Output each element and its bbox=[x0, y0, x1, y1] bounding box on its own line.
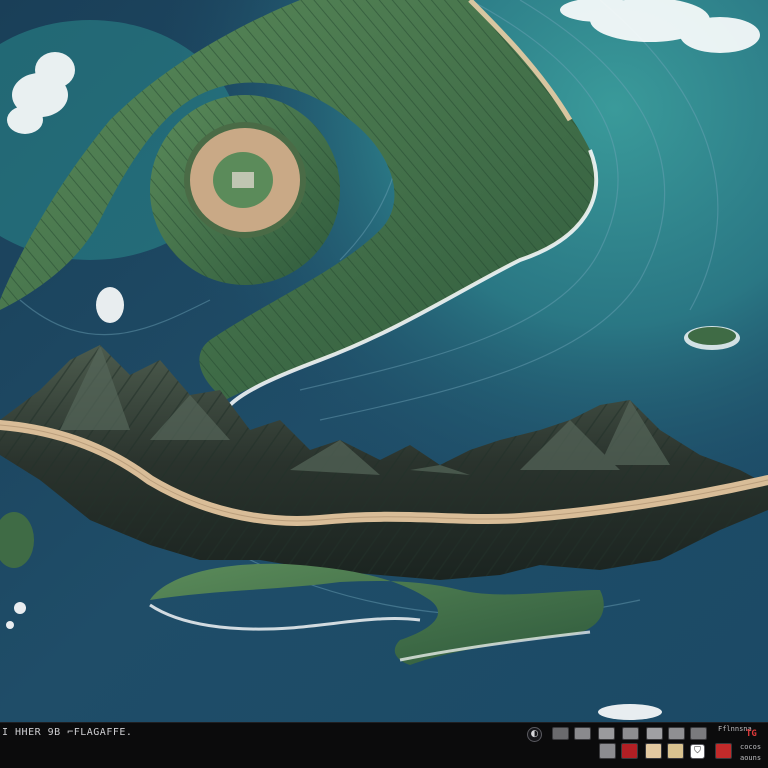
caption-text: I HHER 9B ⌐FLAGAFFE. bbox=[2, 727, 133, 738]
swatch-top-6[interactable] bbox=[668, 727, 685, 740]
right-label-b: aouns bbox=[740, 754, 762, 762]
circle-toggle-icon[interactable]: ◐ bbox=[527, 727, 542, 742]
swatch-top-7[interactable] bbox=[690, 727, 707, 740]
swatch-red[interactable] bbox=[621, 743, 638, 759]
info-bar: I HHER 9B ⌐FLAGAFFE. ◐ ⛉ Fflnnsna TG coc… bbox=[0, 722, 768, 768]
swatch-gray[interactable] bbox=[599, 743, 616, 759]
swatch-tan[interactable] bbox=[667, 743, 684, 759]
swatch-red-2[interactable] bbox=[715, 743, 732, 759]
swatch-cream[interactable] bbox=[645, 743, 662, 759]
crater-island bbox=[150, 95, 340, 285]
swatch-top-4[interactable] bbox=[622, 727, 639, 740]
map-viewport: I HHER 9B ⌐FLAGAFFE. ◐ ⛉ Fflnnsna TG coc… bbox=[0, 0, 768, 768]
swatch-top-3[interactable] bbox=[598, 727, 615, 740]
swatch-top-2[interactable] bbox=[574, 727, 591, 740]
right-label-red: TG bbox=[746, 729, 757, 739]
satellite-view bbox=[0, 0, 768, 722]
swatch-top-5[interactable] bbox=[646, 727, 663, 740]
swatch-top-1[interactable] bbox=[552, 727, 569, 740]
small-islet bbox=[684, 326, 740, 350]
shield-icon[interactable]: ⛉ bbox=[690, 744, 705, 759]
right-label-a: cocos bbox=[740, 743, 762, 751]
